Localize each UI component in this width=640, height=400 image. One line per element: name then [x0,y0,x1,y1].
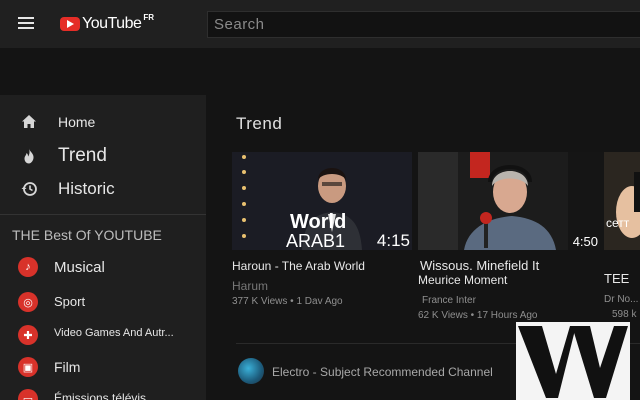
home-icon [22,115,36,128]
thumbnail-overlay-text: сетт [606,216,630,230]
sidebar-item-label: Trend [58,145,107,166]
sidebar-item-label: Film [54,359,81,375]
sidebar-item-label: Video Games And Autr... [54,327,174,339]
recommended-channel-row[interactable]: Electro - Subject Recommended Channel [236,356,536,386]
sidebar-divider [0,214,206,215]
video-meta: 598 k [612,309,637,320]
hamburger-menu-icon[interactable] [18,14,38,34]
video-meta: 62 K Views • 17 Hours Ago [418,310,538,321]
sidebar-item-trend[interactable]: Trend [0,140,206,172]
sidebar-item-musical[interactable]: ♪ Musical [0,253,206,281]
logo-country-code: FR [143,13,155,22]
music-icon: ♪ [18,257,38,277]
flame-icon [24,148,34,164]
top-bar: YouTube FR [0,0,640,48]
sidebar-item-label: Émissions télévis [54,391,147,400]
video-thumbnail[interactable]: World ARAB1 4:15 [232,152,412,250]
video-title[interactable]: Haroun - The Arab World [232,259,412,273]
sidebar-item-video-games[interactable]: ✚ Video Games And Autr... [0,321,206,349]
film-icon: ▣ [18,357,38,377]
youtube-logo[interactable]: YouTube FR [60,12,154,36]
sidebar-item-home[interactable]: Home [0,106,206,138]
sidebar-item-label: Sport [54,294,86,309]
thumbnail-image [604,152,640,250]
sidebar-item-label: Musical [54,259,105,276]
section-title-trend: Trend [236,114,283,133]
video-card[interactable]: World ARAB1 4:15 Haroun - The Arab World… [232,152,412,312]
video-title[interactable]: Wissous. Minefield It [420,259,539,273]
logo-text: YouTube [82,15,142,32]
search-box [207,11,640,38]
sidebar-item-sport[interactable]: ◎ Sport [0,288,206,316]
video-meta: 377 K Views • 1 Dav Ago [232,296,343,307]
sidebar-item-tv-shows[interactable]: ▭ Émissions télévis [0,385,206,400]
search-input[interactable] [208,12,640,37]
sidebar-item-label: Home [58,114,96,130]
watermark-vv-logo [518,326,628,398]
sidebar-item-label: Historic [58,179,115,198]
tv-icon: ▭ [18,389,38,400]
sidebar-item-film[interactable]: ▣ Film [0,353,206,381]
channel-avatar[interactable] [238,358,264,384]
video-duration: 4:15 [376,231,410,250]
recommended-channel-label: Electro - Subject Recommended Channel [272,365,493,379]
video-title-line2[interactable]: Meurice Moment [418,273,507,287]
sidebar-item-historic[interactable]: Historic [0,173,206,205]
video-thumbnail[interactable]: 4:50 [418,152,606,250]
video-title[interactable]: TEE [604,272,629,286]
video-channel[interactable]: Dr No... [604,293,638,307]
youtube-page: YouTube FR Home Trend Historic THE Best … [0,0,640,400]
thumbnail-overlay-text: World [290,211,347,233]
video-thumbnail[interactable]: сетт [604,152,640,250]
video-duration: 4:50 [572,234,598,249]
watermark-logo [516,322,630,400]
youtube-play-icon [60,17,80,31]
thumbnail-overlay-text: ARAB1 [286,231,346,250]
video-channel[interactable]: France Inter [422,294,476,308]
sport-icon: ◎ [18,292,38,312]
video-card[interactable]: 4:50 Wissous. Minefield It Meurice Momen… [418,152,606,327]
history-icon [21,182,37,196]
sidebar: Home Trend Historic THE Best Of YOUTUBE … [0,95,206,400]
video-channel[interactable]: Harum [232,279,268,293]
gamepad-icon: ✚ [18,325,38,345]
sidebar-section-title: THE Best Of YOUTUBE [12,227,162,243]
video-card[interactable]: сетт TEE Dr No... 598 k [604,152,640,327]
